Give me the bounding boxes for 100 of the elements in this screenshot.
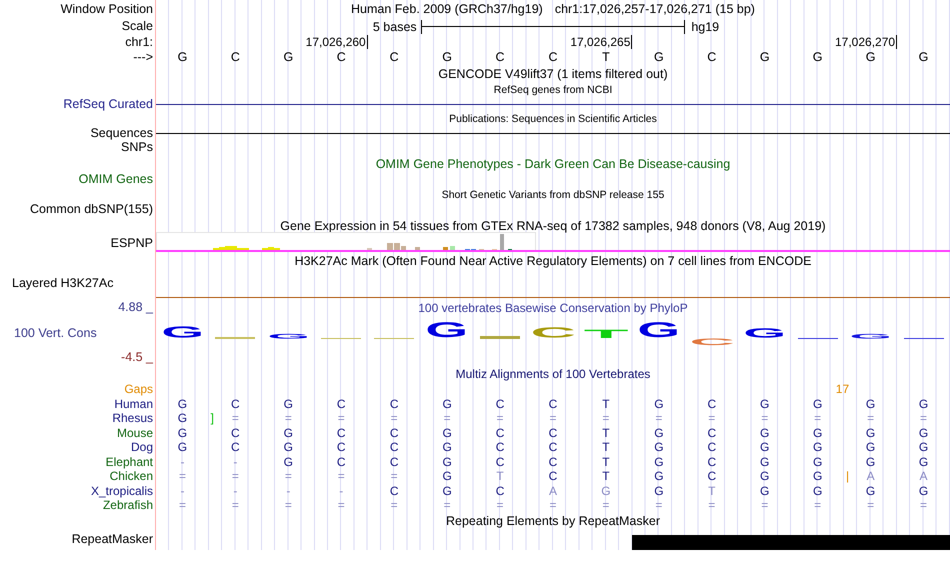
alignment-base: G bbox=[178, 398, 188, 410]
track-label[interactable]: X_tropicalis bbox=[90, 484, 153, 497]
alignment-base: G bbox=[918, 441, 928, 454]
track-label[interactable]: Common dbSNP(155) bbox=[30, 203, 153, 216]
logo-letter: G bbox=[426, 323, 469, 339]
track-label[interactable]: Scale bbox=[122, 20, 153, 33]
base-letter: C bbox=[336, 50, 346, 64]
alignment-base: G bbox=[601, 484, 611, 497]
alignment-base: G bbox=[654, 484, 664, 497]
track-label[interactable]: Dog bbox=[130, 441, 153, 454]
alignment-base: C bbox=[390, 426, 399, 439]
alignment-base: G bbox=[812, 441, 822, 454]
alignment-base: C bbox=[231, 398, 240, 410]
track-label[interactable]: chr1: bbox=[125, 36, 153, 48]
alignment-base: C bbox=[707, 398, 716, 410]
track-title: Multiz Alignments of 100 Vertebrates bbox=[456, 367, 650, 381]
track-label[interactable]: ESPNP bbox=[110, 236, 153, 250]
alignment-base: G bbox=[760, 398, 770, 410]
track-label[interactable]: Human bbox=[114, 398, 153, 410]
track-label[interactable]: Mouse bbox=[116, 426, 153, 439]
alignment-base: - bbox=[339, 484, 344, 497]
alignment-base: = bbox=[338, 412, 345, 424]
alignment-base: G bbox=[654, 470, 664, 482]
alignment-base: C bbox=[390, 398, 399, 410]
alignment-base: G bbox=[812, 484, 822, 497]
alignment-base: G bbox=[812, 398, 822, 410]
alignment-base: G bbox=[760, 426, 770, 439]
alignment-base: - bbox=[233, 484, 238, 497]
alignment-base: = bbox=[284, 499, 292, 512]
ruler-tick: 17,026,270 bbox=[835, 35, 898, 49]
track-label[interactable]: 4.88 _ bbox=[118, 301, 153, 314]
track-title: RefSeq genes from NCBI bbox=[494, 84, 612, 96]
alignment-base: = bbox=[178, 499, 186, 512]
ruler-tick: 17,026,265 bbox=[570, 35, 632, 49]
track-label[interactable]: Rhesus bbox=[112, 412, 153, 424]
alignment-base: G bbox=[442, 484, 452, 497]
logo-letter: C bbox=[530, 328, 576, 339]
alignment-base: G bbox=[918, 398, 928, 410]
track-title: H3K27Ac Mark (Often Found Near Active Regulatory Elements) on 7 cell lines from ENCODE bbox=[294, 254, 812, 268]
track-label[interactable]: Sequences bbox=[90, 126, 153, 140]
alignment-base: G bbox=[284, 456, 293, 468]
scale-text: 5 bases bbox=[372, 20, 418, 34]
alignment-base: C bbox=[231, 441, 240, 454]
track-label[interactable]: Window Position bbox=[60, 2, 153, 16]
alignment-base: G bbox=[442, 426, 452, 439]
alignment-base: G bbox=[178, 441, 188, 454]
alignment-base: - bbox=[286, 484, 290, 497]
alignment-base: C bbox=[707, 426, 716, 439]
base-letter: G bbox=[442, 50, 452, 64]
alignment-base: A bbox=[548, 484, 557, 497]
logo-letter: G bbox=[637, 323, 680, 339]
track-label[interactable]: Chicken bbox=[110, 470, 153, 482]
alignment-base: G bbox=[918, 456, 928, 468]
alignment-base: G bbox=[442, 470, 452, 482]
alignment-base: G bbox=[812, 470, 822, 482]
base-letter: G bbox=[760, 50, 770, 64]
alignment-base: - bbox=[180, 456, 184, 468]
alignment-base: - bbox=[233, 456, 238, 468]
alignment-base: A bbox=[866, 470, 875, 482]
alignment-base: T bbox=[602, 426, 610, 439]
alignment-base: C bbox=[707, 470, 716, 482]
track-label[interactable]: ---> bbox=[133, 50, 153, 64]
track-label[interactable]: Elephant bbox=[106, 456, 153, 468]
insertion-mark: | bbox=[846, 469, 850, 483]
alignment-base: G bbox=[812, 456, 822, 468]
alignment-base: T bbox=[602, 470, 610, 482]
alignment-base: = bbox=[867, 412, 874, 424]
track-label[interactable]: SNPs bbox=[121, 141, 153, 154]
track-title: Gene Expression in 54 tissues from GTEx RNA-seq of 17382 samples, 948 donors (V8, Aug 2019) bbox=[280, 218, 826, 232]
alignment-base: = bbox=[655, 412, 662, 424]
alignment-base: G bbox=[760, 441, 770, 454]
alignment-base: = bbox=[444, 412, 451, 424]
alignment-base: C bbox=[336, 426, 346, 439]
alignment-base: = bbox=[390, 470, 398, 482]
track-label[interactable]: -4.5 _ bbox=[121, 351, 153, 364]
track-label[interactable]: Zebrafish bbox=[102, 499, 153, 512]
alignment-base: = bbox=[284, 412, 292, 424]
base-letter: G bbox=[283, 50, 294, 64]
track-label[interactable]: 100 Vert. Cons bbox=[14, 326, 97, 340]
alignment-base: G bbox=[760, 456, 770, 468]
alignment-base: C bbox=[548, 456, 558, 468]
base-letter: G bbox=[178, 50, 188, 64]
track-label[interactable]: RepeatMasker bbox=[72, 533, 153, 546]
alignment-base: C bbox=[548, 426, 558, 439]
track-label[interactable]: RefSeq Curated bbox=[63, 98, 153, 110]
alignment-base: C bbox=[390, 456, 399, 468]
track-label[interactable]: OMIM Genes bbox=[78, 173, 153, 186]
track-label[interactable]: Layered H3K27Ac bbox=[12, 277, 114, 290]
alignment-base: = bbox=[390, 412, 398, 424]
alignment-base: = bbox=[920, 412, 928, 424]
alignment-base: G bbox=[866, 441, 876, 454]
alignment-base: C bbox=[496, 426, 504, 439]
alignment-base: = bbox=[284, 470, 292, 482]
position-text: chr1:17,026,257-17,026,271 (15 bp) bbox=[554, 2, 755, 16]
alignment-base: C bbox=[496, 456, 504, 468]
alignment-base: G bbox=[442, 456, 452, 468]
alignment-base: A bbox=[920, 470, 928, 482]
alignment-base: G bbox=[284, 441, 293, 454]
alignment-base: = bbox=[761, 412, 768, 424]
alignment-base: G bbox=[178, 426, 188, 439]
